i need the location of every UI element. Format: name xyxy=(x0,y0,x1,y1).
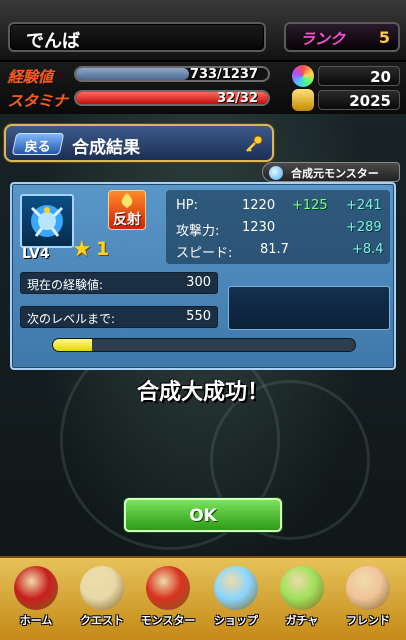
rarity-value: 1 xyxy=(96,238,110,260)
water-icon xyxy=(269,166,283,180)
back-button[interactable]: 戻る xyxy=(11,133,65,155)
nav-label: クエスト xyxy=(80,614,124,627)
source-monster-tag: 合成元モンスター xyxy=(262,162,400,182)
rank-box: ランク 5 xyxy=(284,22,400,52)
current-exp-value: 300 xyxy=(186,275,211,290)
exp-bar-fill xyxy=(76,68,190,80)
ability-badge: 反射 xyxy=(108,190,146,230)
title-bar: 戻る 合成結果 xyxy=(4,124,274,162)
result-message: 合成大成功！ xyxy=(136,380,269,405)
player-name: でんば xyxy=(26,31,80,52)
spd-label: スピード: xyxy=(176,246,233,261)
nav-label: モンスター xyxy=(140,614,196,627)
stamina-label: スタミナ xyxy=(8,92,69,110)
next-level-label: 次のレベルまで: xyxy=(27,312,116,326)
next-level-value: 550 xyxy=(186,309,211,324)
rank-label: ランク xyxy=(300,30,346,48)
orb-count: 20 xyxy=(370,68,391,86)
star-icon: ★ xyxy=(72,237,92,262)
result-panel: LV4 ★ 1 反射 HP: 1220 +125 +241 攻撃力: 1230 … xyxy=(10,182,396,370)
dragon-icon xyxy=(30,205,64,237)
spd-value: 81.7 xyxy=(260,242,289,257)
stats-box: HP: 1220 +125 +241 攻撃力: 1230 +289 スピード: … xyxy=(166,190,390,264)
exp-text: 733/1237 xyxy=(189,67,258,82)
handshake-icon xyxy=(346,566,390,610)
orb-count-box: 20 xyxy=(318,66,400,86)
flame-icon xyxy=(121,193,133,208)
atk-value: 1230 xyxy=(242,220,276,235)
bottom-nav: ホーム クエスト モンスター ショップ ガチャ フレンド xyxy=(0,556,406,640)
hp-label: HP: xyxy=(176,198,198,213)
current-exp-row: 現在の経験値: 300 xyxy=(20,272,218,294)
atk-bonus: +289 xyxy=(346,220,382,235)
monster-icon xyxy=(146,566,190,610)
stamina-bar: 32/32 xyxy=(74,90,270,106)
scroll-icon xyxy=(80,566,124,610)
ability-label: 反射 xyxy=(113,212,141,228)
nav-quest[interactable]: クエスト xyxy=(70,566,134,636)
stamina-text: 32/32 xyxy=(217,91,258,106)
monster-exp-bar xyxy=(52,338,356,352)
current-exp-label: 現在の経験値: xyxy=(27,278,104,292)
source-monster-label: 合成元モンスター xyxy=(291,167,379,180)
key-icon xyxy=(246,135,263,152)
exp-label: 経験値 xyxy=(8,68,54,86)
nav-home[interactable]: ホーム xyxy=(4,566,68,636)
nav-label: ショップ xyxy=(214,614,258,627)
orb-icon xyxy=(214,566,258,610)
nav-shop[interactable]: ショップ xyxy=(204,566,268,636)
hp-value: 1220 xyxy=(242,198,276,213)
nav-label: ホーム xyxy=(19,614,53,627)
gold-icon xyxy=(292,89,314,111)
status-panel: 経験値 733/1237 スタミナ 32/32 20 2025 xyxy=(0,62,406,114)
atk-label: 攻撃力: xyxy=(176,224,220,239)
gold-count: 2025 xyxy=(349,92,391,110)
player-name-box[interactable]: でんば xyxy=(8,22,266,52)
nav-monster[interactable]: モンスター xyxy=(136,566,200,636)
ok-button[interactable]: OK xyxy=(124,498,282,532)
spd-bonus: +8.4 xyxy=(352,242,384,257)
rank-value: 5 xyxy=(378,28,390,47)
monster-level: LV4 xyxy=(22,246,50,262)
nav-friend[interactable]: フレンド xyxy=(336,566,400,636)
info-box xyxy=(228,286,390,330)
gold-count-box: 2025 xyxy=(318,90,400,110)
hp-bonus: +125 xyxy=(292,198,328,213)
ok-button-label: OK xyxy=(189,506,217,526)
nav-gacha[interactable]: ガチャ xyxy=(270,566,334,636)
nav-label: ガチャ xyxy=(285,614,319,627)
egg-icon xyxy=(280,566,324,610)
orb-icon xyxy=(292,65,314,87)
home-icon xyxy=(14,566,58,610)
monster-portrait[interactable] xyxy=(20,194,74,248)
hp-total-bonus: +241 xyxy=(346,198,382,213)
back-button-label: 戻る xyxy=(24,140,51,155)
exp-bar: 733/1237 xyxy=(74,66,270,82)
nav-label: フレンド xyxy=(346,614,390,627)
top-bar: でんば ランク 5 xyxy=(0,0,406,62)
next-level-row: 次のレベルまで: 550 xyxy=(20,306,218,328)
page-title: 合成結果 xyxy=(72,138,140,158)
monster-exp-fill xyxy=(53,339,93,351)
